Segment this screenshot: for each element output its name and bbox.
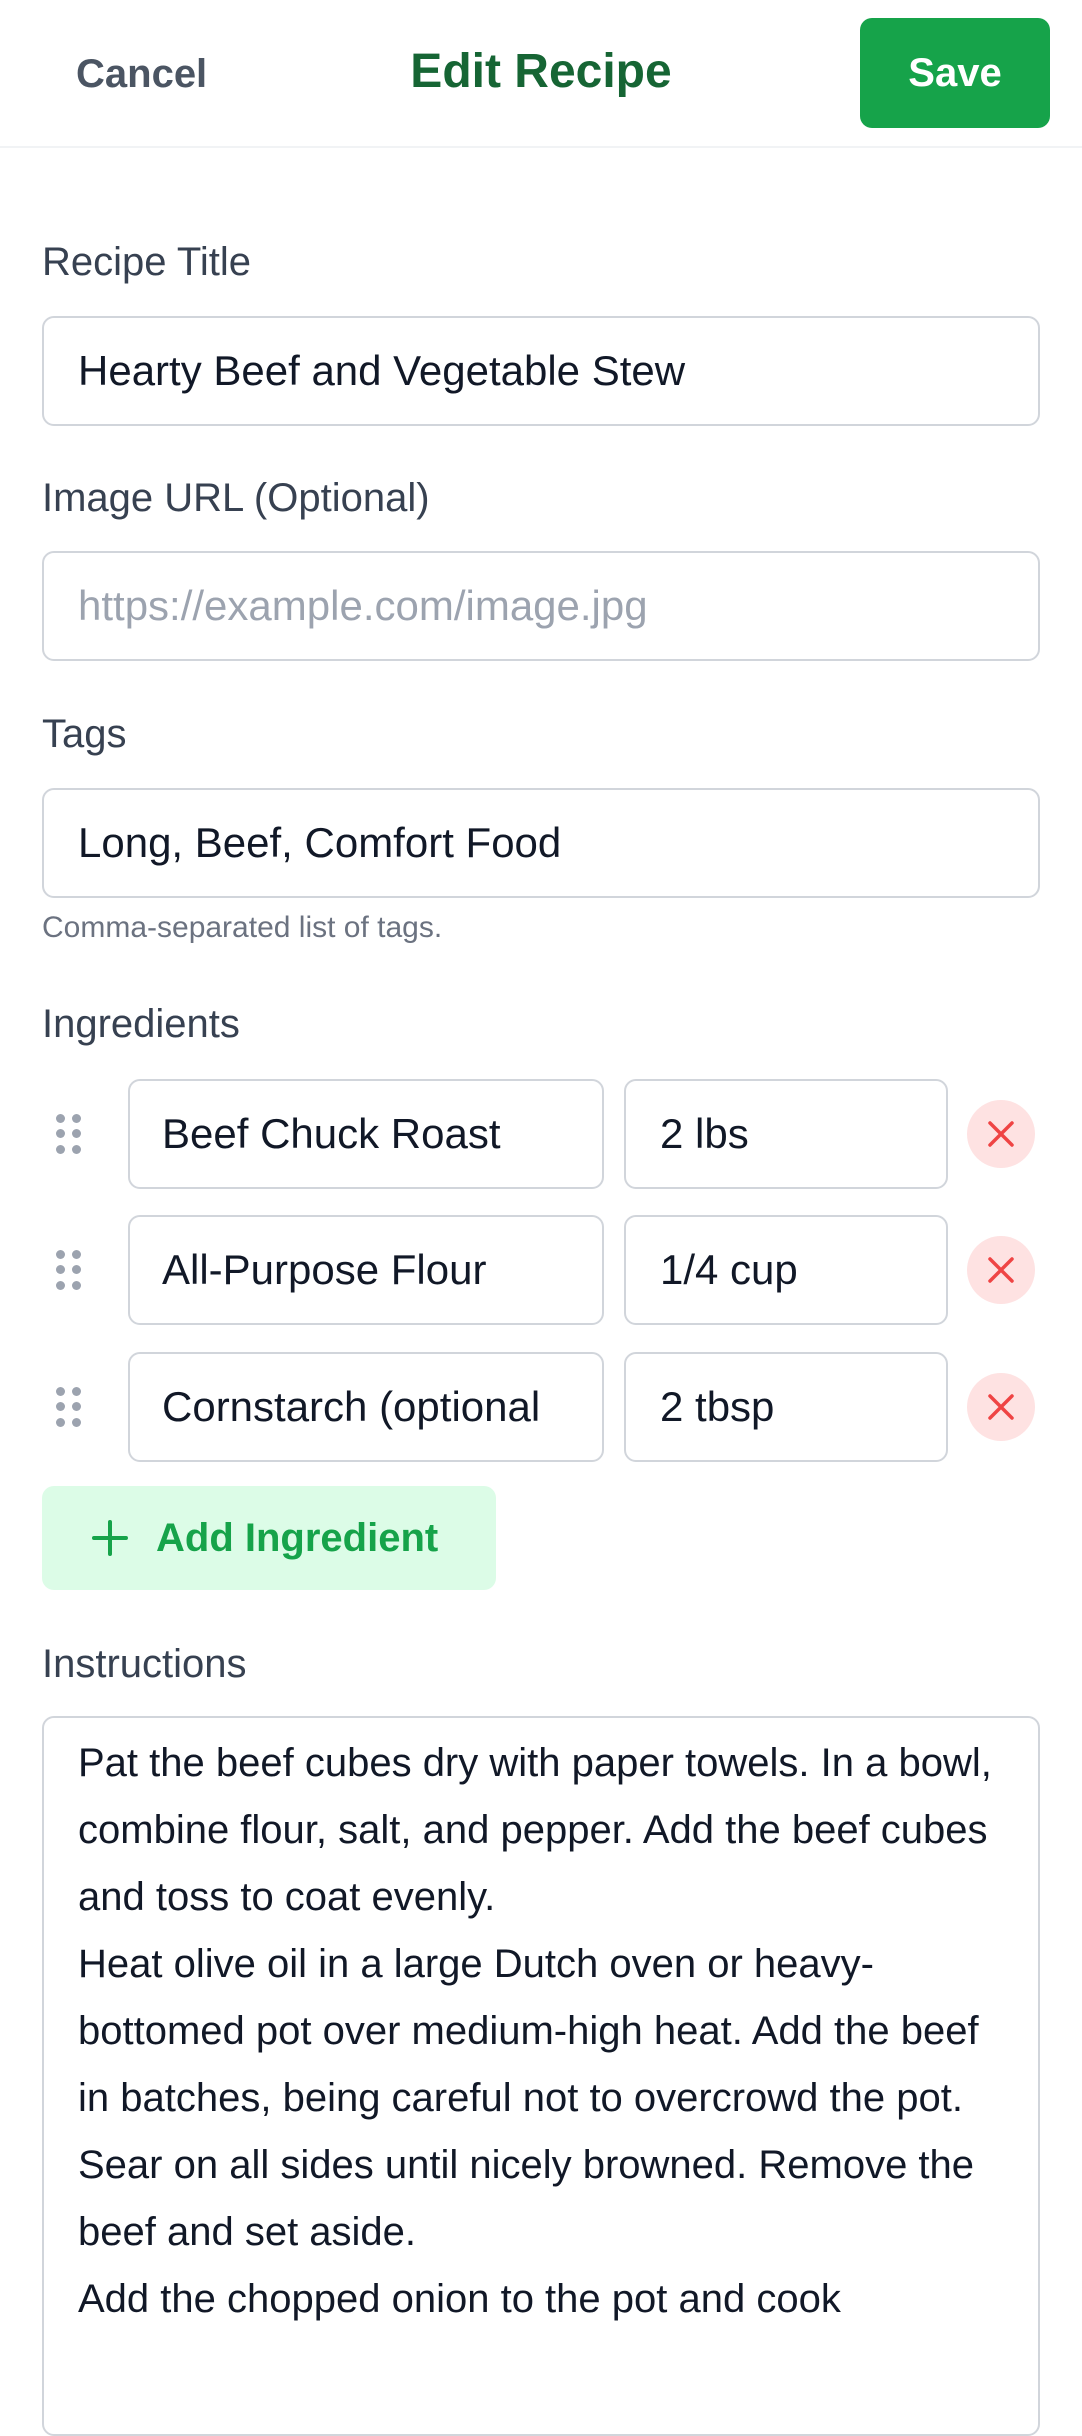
instructions-label: Instructions: [42, 1642, 247, 1686]
ingredient-quantity-input[interactable]: 1/4 cup: [624, 1215, 948, 1325]
drag-handle-icon[interactable]: [56, 1114, 82, 1154]
instruction-paragraph: Pat the beef cubes dry with paper towels…: [78, 1741, 992, 1919]
instruction-paragraph: Heat olive oil in a large Dutch oven or …: [78, 1942, 979, 2254]
tags-help-text: Comma-separated list of tags.: [42, 911, 443, 944]
recipe-title-label: Recipe Title: [42, 240, 251, 284]
add-ingredient-label: Add Ingredient: [156, 1515, 439, 1560]
app-header: Cancel Edit Recipe Save: [0, 0, 1082, 148]
drag-handle-icon[interactable]: [56, 1387, 82, 1427]
ingredient-row: Beef Chuck Roast 2 lbs: [0, 1079, 1082, 1189]
remove-ingredient-button[interactable]: [967, 1373, 1035, 1441]
ingredient-name-input[interactable]: Cornstarch (optional: [128, 1352, 604, 1462]
instruction-paragraph: Add the chopped onion to the pot and coo…: [78, 2277, 841, 2321]
plus-icon: [92, 1520, 128, 1556]
ingredient-row: Cornstarch (optional 2 tbsp: [0, 1352, 1082, 1462]
remove-ingredient-button[interactable]: [967, 1236, 1035, 1304]
image-url-input[interactable]: https://example.com/image.jpg: [42, 551, 1040, 661]
add-ingredient-button[interactable]: Add Ingredient: [42, 1486, 496, 1590]
image-url-label: Image URL (Optional): [42, 476, 430, 520]
ingredients-label: Ingredients: [42, 1002, 240, 1046]
close-icon: [988, 1257, 1014, 1283]
save-button[interactable]: Save: [860, 18, 1050, 128]
remove-ingredient-button[interactable]: [967, 1100, 1035, 1168]
ingredient-row: All-Purpose Flour 1/4 cup: [0, 1215, 1082, 1325]
tags-label: Tags: [42, 712, 127, 756]
ingredient-name-input[interactable]: Beef Chuck Roast: [128, 1079, 604, 1189]
tags-input[interactable]: Long, Beef, Comfort Food: [42, 788, 1040, 898]
ingredient-quantity-input[interactable]: 2 lbs: [624, 1079, 948, 1189]
ingredient-name-input[interactable]: All-Purpose Flour: [128, 1215, 604, 1325]
ingredient-quantity-input[interactable]: 2 tbsp: [624, 1352, 948, 1462]
close-icon: [988, 1394, 1014, 1420]
drag-handle-icon[interactable]: [56, 1250, 82, 1290]
recipe-title-input[interactable]: Hearty Beef and Vegetable Stew: [42, 316, 1040, 426]
close-icon: [988, 1121, 1014, 1147]
instructions-textarea[interactable]: Pat the beef cubes dry with paper towels…: [42, 1716, 1040, 2436]
